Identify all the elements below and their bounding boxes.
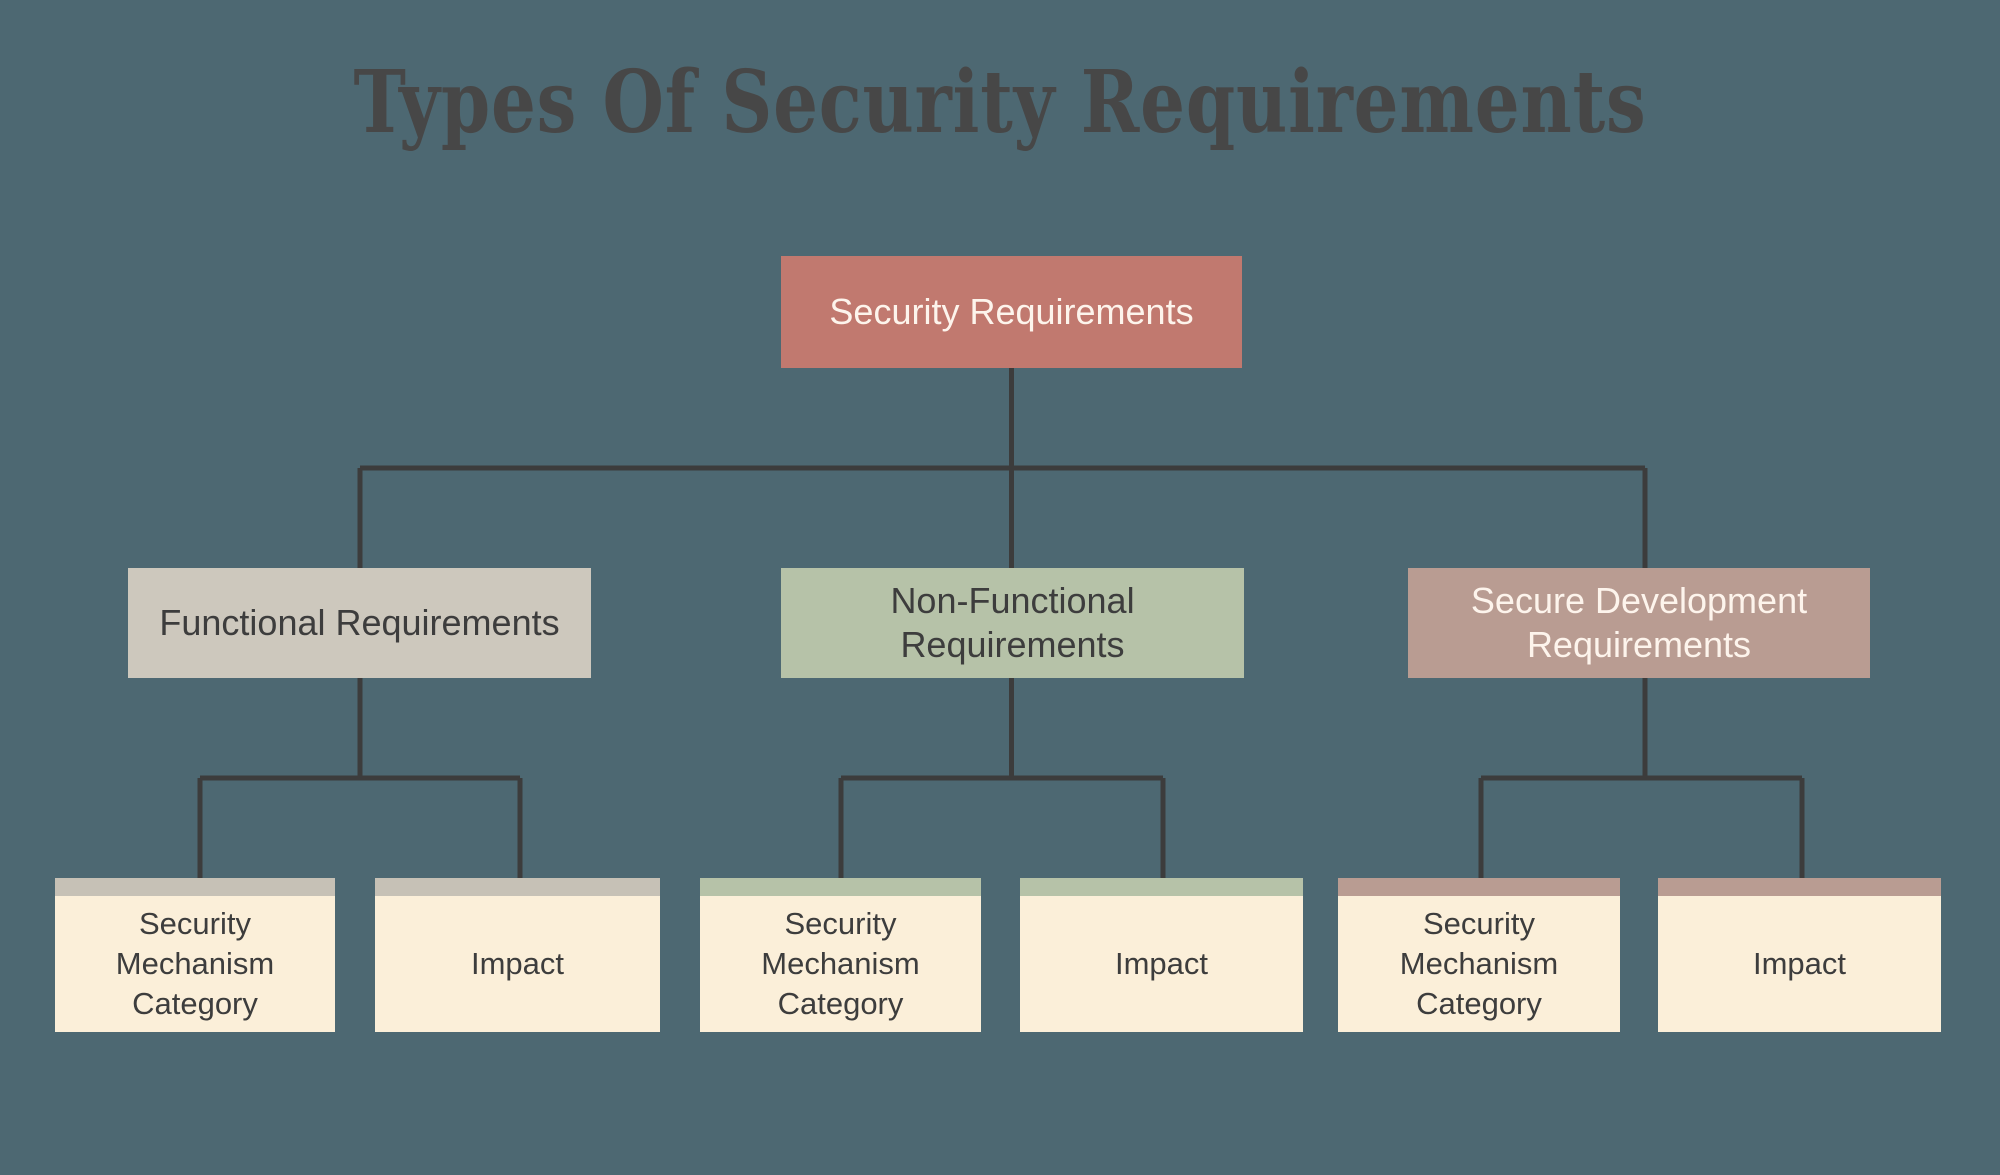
leaf-label: Security Mechanism Category [1399, 905, 1559, 1022]
leaf-accent-bar [375, 878, 660, 896]
node-label: Security Requirements [829, 291, 1194, 333]
node-functional-requirements[interactable]: Functional Requirements [128, 568, 591, 678]
node-label: Secure Development Requirements [1470, 580, 1808, 665]
leaf-accent-bar [55, 878, 335, 896]
leaf-non-functional-security-mechanism-category[interactable]: Security Mechanism Category [700, 878, 981, 1032]
node-secure-development-requirements[interactable]: Secure Development Requirements [1408, 568, 1870, 678]
leaf-accent-bar [1338, 878, 1620, 896]
diagram-canvas: Types Of Security Requirements Security … [0, 0, 2000, 1175]
leaf-secure-development-security-mechanism-category[interactable]: Security Mechanism Category [1338, 878, 1620, 1032]
leaf-label: Security Mechanism Category [761, 905, 920, 1022]
node-non-functional-requirements[interactable]: Non-Functional Requirements [781, 568, 1244, 678]
leaf-accent-bar [700, 878, 981, 896]
leaf-label: Security Mechanism Category [115, 905, 275, 1022]
leaf-accent-bar [1020, 878, 1303, 896]
leaf-functional-security-mechanism-category[interactable]: Security Mechanism Category [55, 878, 335, 1032]
node-label: Non-Functional Requirements [890, 580, 1135, 665]
leaf-secure-development-impact[interactable]: Impact [1658, 878, 1941, 1032]
leaf-non-functional-impact[interactable]: Impact [1020, 878, 1303, 1032]
leaf-label: Impact [1752, 945, 1847, 981]
leaf-label: Impact [470, 945, 565, 981]
node-security-requirements[interactable]: Security Requirements [781, 256, 1242, 368]
leaf-functional-impact[interactable]: Impact [375, 878, 660, 1032]
page-title: Types Of Security Requirements [353, 52, 1647, 153]
leaf-accent-bar [1658, 878, 1941, 896]
node-label: Functional Requirements [159, 602, 560, 644]
leaf-label: Impact [1114, 945, 1209, 981]
